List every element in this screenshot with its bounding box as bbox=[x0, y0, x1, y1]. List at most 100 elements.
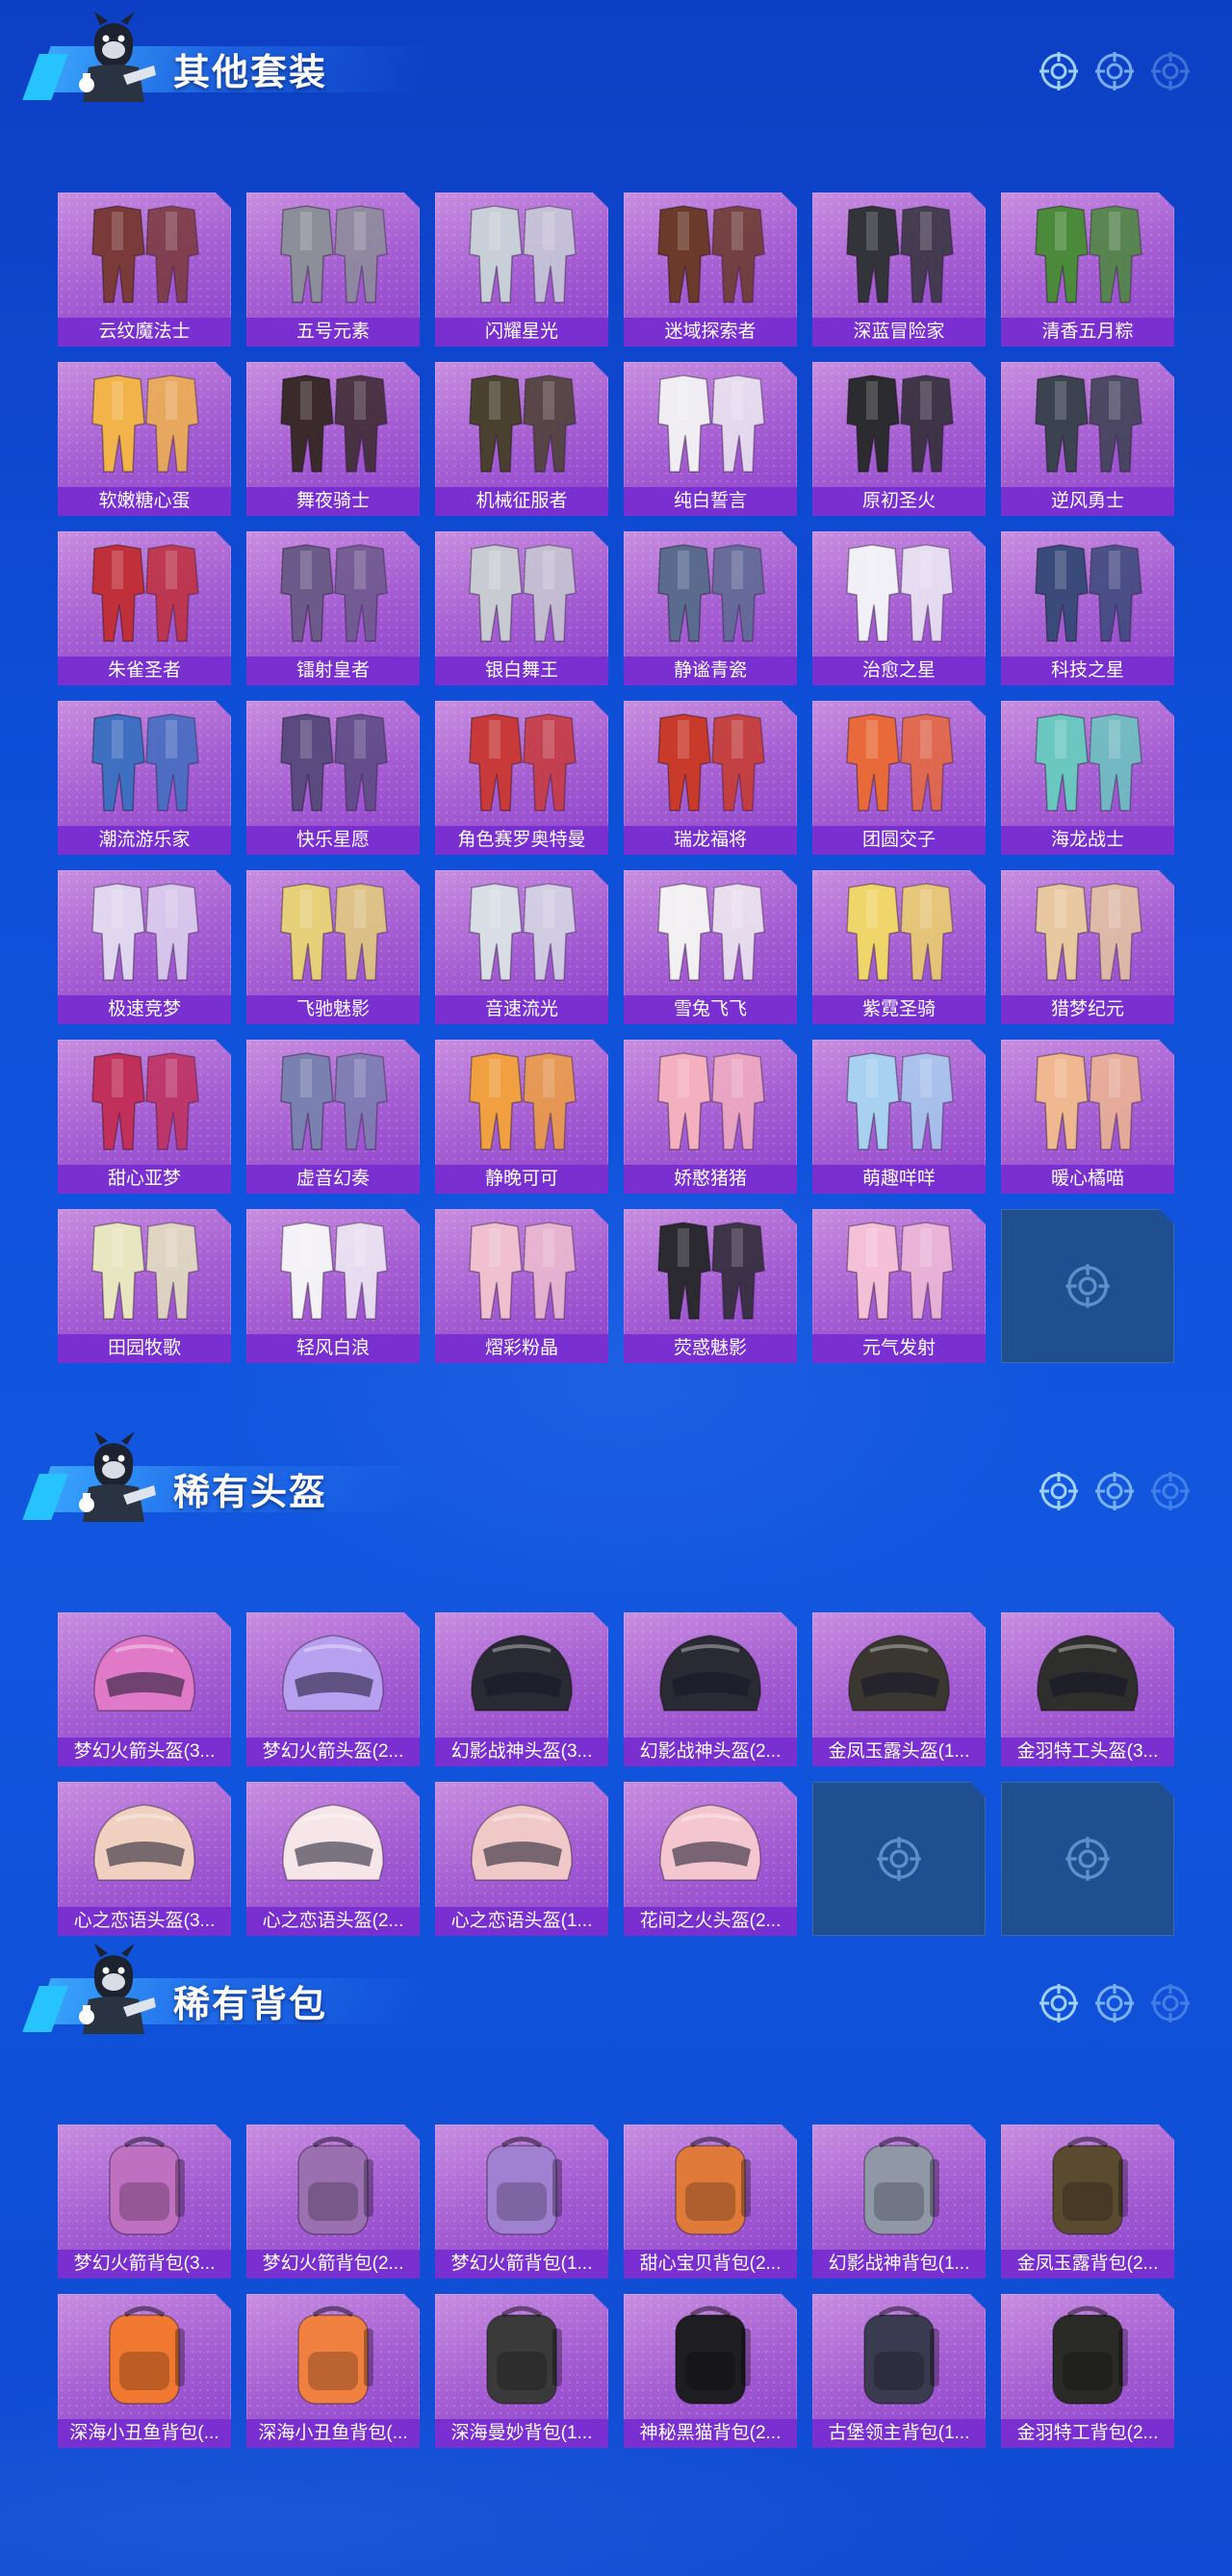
bag-card[interactable]: 神秘黑猫背包(2... bbox=[624, 2294, 797, 2448]
suit-card[interactable]: 荧惑魅影 bbox=[624, 1209, 797, 1363]
bag-card[interactable]: 梦幻火箭背包(2... bbox=[246, 2125, 420, 2279]
bag-name: 古堡领主背包(1... bbox=[812, 2419, 986, 2448]
suit-icon bbox=[67, 368, 221, 483]
suit-icon bbox=[445, 876, 599, 992]
suit-card[interactable]: 猎梦纪元 bbox=[1001, 870, 1174, 1024]
decor-targets bbox=[1038, 50, 1192, 92]
suit-card[interactable]: 闪耀星光 bbox=[435, 193, 608, 347]
suit-card[interactable]: 深蓝冒险家 bbox=[812, 193, 986, 347]
suit-card[interactable]: 治愈之星 bbox=[812, 531, 986, 685]
crosshair-icon bbox=[1064, 1262, 1112, 1310]
bag-icon bbox=[633, 2300, 787, 2415]
suit-icon bbox=[256, 707, 410, 822]
suit-card[interactable]: 极速竞梦 bbox=[58, 870, 231, 1024]
bag-icon bbox=[67, 2130, 221, 2246]
bag-card[interactable]: 古堡领主背包(1... bbox=[812, 2294, 986, 2448]
suit-card[interactable]: 萌趣咩咩 bbox=[812, 1040, 986, 1194]
suit-name: 海龙战士 bbox=[1001, 826, 1174, 855]
suit-card[interactable]: 团圆交子 bbox=[812, 701, 986, 855]
suit-card[interactable]: 紫霓圣骑 bbox=[812, 870, 986, 1024]
bag-name: 金凤玉露背包(2... bbox=[1001, 2250, 1174, 2279]
suit-card[interactable]: 静晚可可 bbox=[435, 1040, 608, 1194]
helmet-card[interactable]: 心之恋语头盔(3... bbox=[58, 1782, 231, 1936]
suit-card[interactable]: 五号元素 bbox=[246, 193, 420, 347]
suit-name: 田园牧歌 bbox=[58, 1334, 231, 1363]
suit-icon bbox=[67, 876, 221, 992]
suit-card[interactable]: 静谧青瓷 bbox=[624, 531, 797, 685]
suit-name: 猎梦纪元 bbox=[1001, 995, 1174, 1024]
bag-card[interactable]: 甜心宝贝背包(2... bbox=[624, 2125, 797, 2279]
suit-icon bbox=[1011, 198, 1165, 314]
suit-card[interactable]: 镭射皇者 bbox=[246, 531, 420, 685]
suit-icon bbox=[67, 537, 221, 653]
crosshair-icon bbox=[1064, 1835, 1112, 1883]
mascot-icon bbox=[65, 8, 162, 104]
bag-card[interactable]: 深海小丑鱼背包(... bbox=[246, 2294, 420, 2448]
crosshair-icon bbox=[1093, 1470, 1136, 1512]
suit-card[interactable]: 海龙战士 bbox=[1001, 701, 1174, 855]
suit-card[interactable]: 逆风勇士 bbox=[1001, 362, 1174, 516]
bag-card[interactable]: 金羽特工背包(2... bbox=[1001, 2294, 1174, 2448]
helmet-icon bbox=[1011, 1618, 1165, 1734]
suit-card[interactable]: 科技之星 bbox=[1001, 531, 1174, 685]
bag-card[interactable]: 幻影战神背包(1... bbox=[812, 2125, 986, 2279]
suit-card[interactable]: 甜心亚梦 bbox=[58, 1040, 231, 1194]
suit-card[interactable]: 瑞龙福将 bbox=[624, 701, 797, 855]
suit-name: 闪耀星光 bbox=[435, 318, 608, 347]
suit-card[interactable]: 朱雀圣者 bbox=[58, 531, 231, 685]
empty-slot bbox=[812, 1782, 986, 1936]
helmet-card[interactable]: 心之恋语头盔(2... bbox=[246, 1782, 420, 1936]
suit-card[interactable]: 轻风白浪 bbox=[246, 1209, 420, 1363]
suit-name: 逆风勇士 bbox=[1001, 487, 1174, 516]
suit-card[interactable]: 软嫩糖心蛋 bbox=[58, 362, 231, 516]
helmet-card[interactable]: 梦幻火箭头盔(2... bbox=[246, 1612, 420, 1766]
suit-card[interactable]: 暖心橘喵 bbox=[1001, 1040, 1174, 1194]
suit-name: 潮流游乐家 bbox=[58, 826, 231, 855]
bag-card[interactable]: 金凤玉露背包(2... bbox=[1001, 2125, 1174, 2279]
suit-card[interactable]: 田园牧歌 bbox=[58, 1209, 231, 1363]
suit-card[interactable]: 元气发射 bbox=[812, 1209, 986, 1363]
suit-card[interactable]: 雪兔飞飞 bbox=[624, 870, 797, 1024]
helmet-card[interactable]: 幻影战神头盔(2... bbox=[624, 1612, 797, 1766]
suit-card[interactable]: 清香五月粽 bbox=[1001, 193, 1174, 347]
suit-card[interactable]: 迷域探索者 bbox=[624, 193, 797, 347]
suit-card[interactable]: 舞夜骑士 bbox=[246, 362, 420, 516]
suit-card[interactable]: 娇憨猪猪 bbox=[624, 1040, 797, 1194]
helmet-card[interactable]: 金羽特工头盔(3... bbox=[1001, 1612, 1174, 1766]
suit-icon bbox=[445, 368, 599, 483]
bag-card[interactable]: 深海曼妙背包(1... bbox=[435, 2294, 608, 2448]
helmet-card[interactable]: 花间之火头盔(2... bbox=[624, 1782, 797, 1936]
suit-name: 甜心亚梦 bbox=[58, 1165, 231, 1194]
suit-card[interactable]: 音速流光 bbox=[435, 870, 608, 1024]
bag-name: 深海小丑鱼背包(... bbox=[58, 2419, 231, 2448]
suit-card[interactable]: 潮流游乐家 bbox=[58, 701, 231, 855]
helmet-card[interactable]: 心之恋语头盔(1... bbox=[435, 1782, 608, 1936]
suit-card[interactable]: 云纹魔法士 bbox=[58, 193, 231, 347]
suit-name: 纯白誓言 bbox=[624, 487, 797, 516]
mascot-icon bbox=[65, 1428, 162, 1524]
helmet-card[interactable]: 金凤玉露头盔(1... bbox=[812, 1612, 986, 1766]
suit-icon bbox=[822, 876, 976, 992]
item-grid: 云纹魔法士 五号元素 闪耀星光 迷域探索者 深蓝冒险家 清香五月粽软嫩糖心蛋 舞夜骑士 机械征… bbox=[58, 193, 1174, 1363]
suit-card[interactable]: 虚音幻奏 bbox=[246, 1040, 420, 1194]
bag-icon bbox=[256, 2130, 410, 2246]
suit-card[interactable]: 原初圣火 bbox=[812, 362, 986, 516]
suit-name: 紫霓圣骑 bbox=[812, 995, 986, 1024]
suit-card[interactable]: 角色赛罗奥特曼 bbox=[435, 701, 608, 855]
suit-icon bbox=[633, 1215, 787, 1330]
bag-icon bbox=[1011, 2300, 1165, 2415]
suit-card[interactable]: 熠彩粉晶 bbox=[435, 1209, 608, 1363]
crosshair-icon bbox=[1093, 1982, 1136, 2024]
bag-card[interactable]: 梦幻火箭背包(3... bbox=[58, 2125, 231, 2279]
bag-card[interactable]: 梦幻火箭背包(1... bbox=[435, 2125, 608, 2279]
helmet-card[interactable]: 梦幻火箭头盔(3... bbox=[58, 1612, 231, 1766]
suit-card[interactable]: 快乐星愿 bbox=[246, 701, 420, 855]
suit-card[interactable]: 银白舞王 bbox=[435, 531, 608, 685]
suit-card[interactable]: 飞驰魅影 bbox=[246, 870, 420, 1024]
suit-card[interactable]: 纯白誓言 bbox=[624, 362, 797, 516]
empty-slot bbox=[1001, 1782, 1174, 1936]
bag-card[interactable]: 深海小丑鱼背包(... bbox=[58, 2294, 231, 2448]
suit-name: 静晚可可 bbox=[435, 1165, 608, 1194]
helmet-card[interactable]: 幻影战神头盔(3... bbox=[435, 1612, 608, 1766]
suit-card[interactable]: 机械征服者 bbox=[435, 362, 608, 516]
